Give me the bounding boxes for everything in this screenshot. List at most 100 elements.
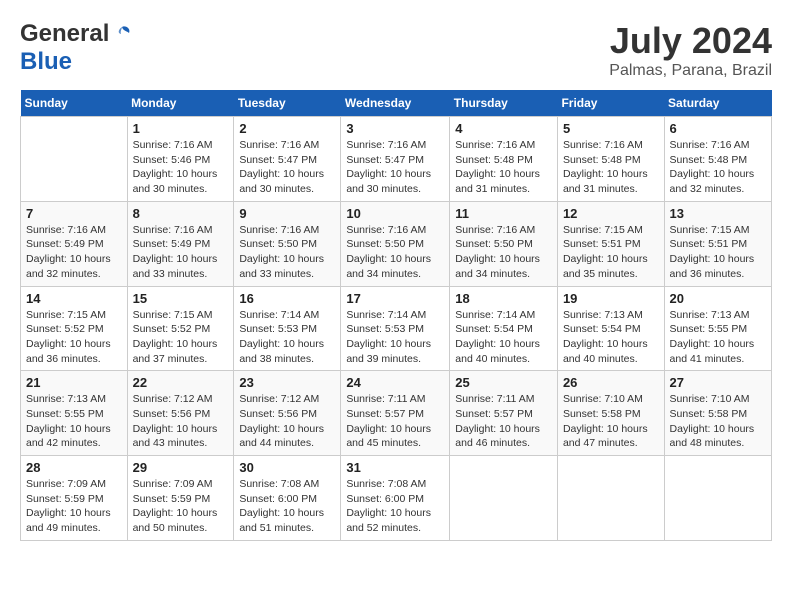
calendar-cell: 24 Sunrise: 7:11 AM Sunset: 5:57 PM Dayli… — [341, 371, 450, 456]
title-area: July 2024 Palmas, Parana, Brazil — [609, 20, 772, 80]
calendar-week-row: 7 Sunrise: 7:16 AM Sunset: 5:49 PM Daylig… — [21, 201, 772, 286]
day-info: Sunrise: 7:10 AM Sunset: 5:58 PM Dayligh… — [670, 392, 766, 451]
day-number: 1 — [133, 121, 229, 136]
calendar-cell: 17Sunrise: 7:14 AM Sunset: 5:53 PM Dayli… — [341, 286, 450, 371]
day-number: 18 — [455, 291, 552, 306]
calendar-cell: 12 Sunrise: 7:15 AM Sunset: 5:51 PM Dayli… — [557, 201, 664, 286]
calendar-cell: 3 Sunrise: 7:16 AM Sunset: 5:47 PM Daylig… — [341, 117, 450, 202]
logo-bird-icon — [111, 23, 133, 45]
calendar-cell: 28 Sunrise: 7:09 AM Sunset: 5:59 PM Dayli… — [21, 456, 128, 541]
day-info: Sunrise: 7:16 AM Sunset: 5:47 PM Dayligh… — [346, 138, 444, 197]
day-number: 24 — [346, 375, 444, 390]
day-number: 3 — [346, 121, 444, 136]
day-number: 8 — [133, 206, 229, 221]
day-info: Sunrise: 7:16 AM Sunset: 5:50 PM Dayligh… — [455, 223, 552, 282]
day-number: 28 — [26, 460, 122, 475]
day-info: Sunrise: 7:08 AM Sunset: 6:00 PM Dayligh… — [239, 477, 335, 536]
day-info: Sunrise: 7:16 AM Sunset: 5:50 PM Dayligh… — [239, 223, 335, 282]
day-info: Sunrise: 7:11 AM Sunset: 5:57 PM Dayligh… — [455, 392, 552, 451]
day-info: Sunrise: 7:15 AM Sunset: 5:52 PM Dayligh… — [26, 308, 122, 367]
calendar-cell: 9 Sunrise: 7:16 AM Sunset: 5:50 PM Daylig… — [234, 201, 341, 286]
calendar-week-row: 21 Sunrise: 7:13 AM Sunset: 5:55 PM Dayli… — [21, 371, 772, 456]
day-number: 25 — [455, 375, 552, 390]
calendar-cell: 4 Sunrise: 7:16 AM Sunset: 5:48 PM Daylig… — [450, 117, 558, 202]
logo-blue: Blue — [20, 48, 72, 75]
day-info: Sunrise: 7:09 AM Sunset: 5:59 PM Dayligh… — [133, 477, 229, 536]
calendar-cell: 7Sunrise: 7:16 AM Sunset: 5:49 PM Daylig… — [21, 201, 128, 286]
day-number: 29 — [133, 460, 229, 475]
day-number: 6 — [670, 121, 766, 136]
calendar-cell — [450, 456, 558, 541]
day-info: Sunrise: 7:16 AM Sunset: 5:48 PM Dayligh… — [455, 138, 552, 197]
day-number: 12 — [563, 206, 659, 221]
day-number: 10 — [346, 206, 444, 221]
col-header-tuesday: Tuesday — [234, 90, 341, 117]
day-info: Sunrise: 7:16 AM Sunset: 5:46 PM Dayligh… — [133, 138, 229, 197]
calendar-week-row: 14 Sunrise: 7:15 AM Sunset: 5:52 PM Dayli… — [21, 286, 772, 371]
calendar-cell: 21 Sunrise: 7:13 AM Sunset: 5:55 PM Dayli… — [21, 371, 128, 456]
calendar-cell: 2 Sunrise: 7:16 AM Sunset: 5:47 PM Daylig… — [234, 117, 341, 202]
day-number: 31 — [346, 460, 444, 475]
calendar-cell: 29 Sunrise: 7:09 AM Sunset: 5:59 PM Dayli… — [127, 456, 234, 541]
calendar-cell: 19Sunrise: 7:13 AM Sunset: 5:54 PM Dayli… — [557, 286, 664, 371]
day-info: Sunrise: 7:09 AM Sunset: 5:59 PM Dayligh… — [26, 477, 122, 536]
day-info: Sunrise: 7:15 AM Sunset: 5:51 PM Dayligh… — [670, 223, 766, 282]
calendar-cell: 25 Sunrise: 7:11 AM Sunset: 5:57 PM Dayli… — [450, 371, 558, 456]
calendar-cell: 18 Sunrise: 7:14 AM Sunset: 5:54 PM Dayli… — [450, 286, 558, 371]
day-info: Sunrise: 7:12 AM Sunset: 5:56 PM Dayligh… — [133, 392, 229, 451]
calendar-cell: 16 Sunrise: 7:14 AM Sunset: 5:53 PM Dayli… — [234, 286, 341, 371]
day-number: 21 — [26, 375, 122, 390]
day-info: Sunrise: 7:08 AM Sunset: 6:00 PM Dayligh… — [346, 477, 444, 536]
day-info: Sunrise: 7:13 AM Sunset: 5:54 PM Dayligh… — [563, 308, 659, 367]
day-number: 26 — [563, 375, 659, 390]
day-info: Sunrise: 7:14 AM Sunset: 5:54 PM Dayligh… — [455, 308, 552, 367]
day-number: 27 — [670, 375, 766, 390]
day-number: 4 — [455, 121, 552, 136]
day-number: 30 — [239, 460, 335, 475]
calendar-cell: 10 Sunrise: 7:16 AM Sunset: 5:50 PM Dayli… — [341, 201, 450, 286]
col-header-monday: Monday — [127, 90, 234, 117]
day-number: 13 — [670, 206, 766, 221]
calendar-cell: 20Sunrise: 7:13 AM Sunset: 5:55 PM Dayli… — [664, 286, 771, 371]
day-number: 11 — [455, 206, 552, 221]
day-number: 2 — [239, 121, 335, 136]
day-info: Sunrise: 7:10 AM Sunset: 5:58 PM Dayligh… — [563, 392, 659, 451]
day-number: 15 — [133, 291, 229, 306]
calendar-cell: 14 Sunrise: 7:15 AM Sunset: 5:52 PM Dayli… — [21, 286, 128, 371]
calendar-cell: 11 Sunrise: 7:16 AM Sunset: 5:50 PM Dayli… — [450, 201, 558, 286]
calendar-cell: 1 Sunrise: 7:16 AM Sunset: 5:46 PM Daylig… — [127, 117, 234, 202]
calendar-header-row: SundayMondayTuesdayWednesdayThursdayFrid… — [21, 90, 772, 117]
day-info: Sunrise: 7:16 AM Sunset: 5:48 PM Dayligh… — [670, 138, 766, 197]
col-header-thursday: Thursday — [450, 90, 558, 117]
day-number: 14 — [26, 291, 122, 306]
col-header-wednesday: Wednesday — [341, 90, 450, 117]
day-number: 17 — [346, 291, 444, 306]
day-number: 22 — [133, 375, 229, 390]
day-info: Sunrise: 7:16 AM Sunset: 5:47 PM Dayligh… — [239, 138, 335, 197]
calendar-week-row: 28 Sunrise: 7:09 AM Sunset: 5:59 PM Dayli… — [21, 456, 772, 541]
calendar-cell: 13 Sunrise: 7:15 AM Sunset: 5:51 PM Dayli… — [664, 201, 771, 286]
calendar-cell: 22 Sunrise: 7:12 AM Sunset: 5:56 PM Dayli… — [127, 371, 234, 456]
calendar-cell: 31 Sunrise: 7:08 AM Sunset: 6:00 PM Dayli… — [341, 456, 450, 541]
calendar-cell — [557, 456, 664, 541]
page-header: General Blue July 2024 Palmas, Parana, B… — [20, 20, 772, 80]
day-number: 7 — [26, 206, 122, 221]
day-info: Sunrise: 7:16 AM Sunset: 5:50 PM Dayligh… — [346, 223, 444, 282]
calendar-cell: 6 Sunrise: 7:16 AM Sunset: 5:48 PM Daylig… — [664, 117, 771, 202]
col-header-friday: Friday — [557, 90, 664, 117]
day-number: 9 — [239, 206, 335, 221]
day-info: Sunrise: 7:11 AM Sunset: 5:57 PM Dayligh… — [346, 392, 444, 451]
calendar-table: SundayMondayTuesdayWednesdayThursdayFrid… — [20, 90, 772, 541]
day-info: Sunrise: 7:15 AM Sunset: 5:51 PM Dayligh… — [563, 223, 659, 282]
calendar-cell: 27 Sunrise: 7:10 AM Sunset: 5:58 PM Dayli… — [664, 371, 771, 456]
day-number: 16 — [239, 291, 335, 306]
calendar-week-row: 1 Sunrise: 7:16 AM Sunset: 5:46 PM Daylig… — [21, 117, 772, 202]
logo-general: General — [20, 20, 109, 48]
calendar-cell: 15Sunrise: 7:15 AM Sunset: 5:52 PM Dayli… — [127, 286, 234, 371]
day-info: Sunrise: 7:16 AM Sunset: 5:49 PM Dayligh… — [133, 223, 229, 282]
month-year-title: July 2024 — [609, 20, 772, 62]
calendar-cell: 30 Sunrise: 7:08 AM Sunset: 6:00 PM Dayli… — [234, 456, 341, 541]
day-info: Sunrise: 7:14 AM Sunset: 5:53 PM Dayligh… — [239, 308, 335, 367]
day-info: Sunrise: 7:13 AM Sunset: 5:55 PM Dayligh… — [26, 392, 122, 451]
calendar-cell: 8 Sunrise: 7:16 AM Sunset: 5:49 PM Daylig… — [127, 201, 234, 286]
